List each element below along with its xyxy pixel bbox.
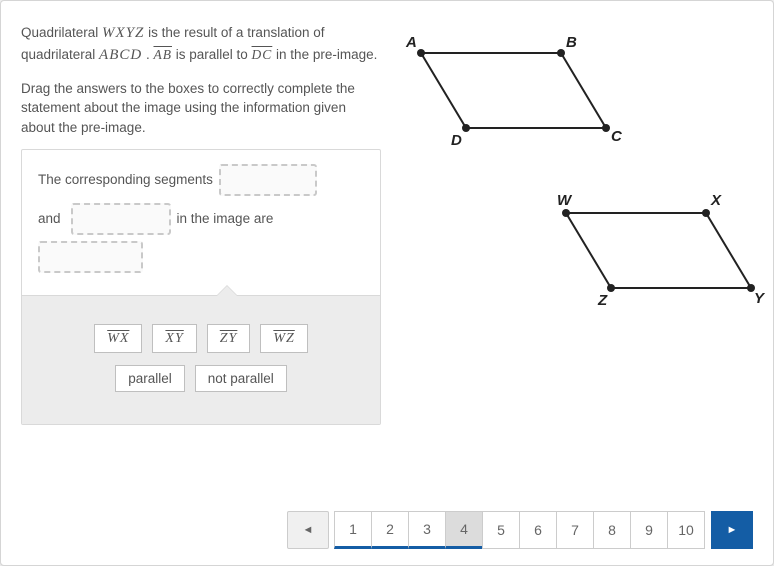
- page-5[interactable]: 5: [482, 511, 520, 549]
- page-10[interactable]: 10: [667, 511, 705, 549]
- dropzone-2[interactable]: [71, 203, 171, 235]
- label-a: A: [405, 34, 417, 51]
- tile-label: ZY: [220, 331, 238, 346]
- page-label: 4: [460, 521, 468, 537]
- diagram-wxyz: W X Y Z: [531, 183, 771, 333]
- label-w: W: [557, 192, 573, 209]
- question-card: Quadrilateral WXYZ is the result of a tr…: [0, 0, 774, 566]
- diagram-abcd: A B C D: [381, 23, 771, 173]
- math-wxyz: WXYZ: [102, 25, 144, 41]
- page-6[interactable]: 6: [519, 511, 557, 549]
- label-x: X: [710, 192, 722, 209]
- sentence-text: and: [38, 203, 61, 235]
- label-c: C: [611, 128, 623, 145]
- tile-parallel[interactable]: parallel: [115, 365, 185, 392]
- pagination: ◄ 1 2 3 4 5 6 7 8 9 10 ►: [288, 511, 753, 549]
- page-3[interactable]: 3: [408, 511, 446, 549]
- activity-panel: The corresponding segments and in the im…: [21, 149, 381, 425]
- tile-not-parallel[interactable]: not parallel: [195, 365, 287, 392]
- prompt-text: is parallel to: [172, 47, 252, 62]
- dropzone-3[interactable]: [38, 241, 143, 273]
- answer-bank: WX XY ZY WZ parallel not parallel: [22, 295, 380, 424]
- sentence-with-blanks: The corresponding segments and in the im…: [22, 150, 380, 295]
- tile-label: WZ: [273, 331, 294, 346]
- prompt-text: .: [142, 47, 153, 62]
- chevron-right-icon: ►: [727, 524, 738, 536]
- tile-label: XY: [165, 331, 183, 346]
- tile-wz[interactable]: WZ: [260, 324, 307, 353]
- page-label: 10: [678, 522, 694, 538]
- tile-xy[interactable]: XY: [152, 324, 196, 353]
- tile-wx[interactable]: WX: [94, 324, 142, 353]
- tile-label: parallel: [128, 371, 172, 386]
- page-1[interactable]: 1: [334, 511, 372, 549]
- page-7[interactable]: 7: [556, 511, 594, 549]
- content-area: Quadrilateral WXYZ is the result of a tr…: [1, 1, 773, 425]
- page-label: 5: [497, 522, 505, 538]
- tile-row-1: WX XY ZY WZ: [36, 324, 366, 353]
- page-label: 1: [349, 521, 357, 537]
- prompt-paragraph-1: Quadrilateral WXYZ is the result of a tr…: [21, 23, 381, 67]
- page-9[interactable]: 9: [630, 511, 668, 549]
- chevron-left-icon: ◄: [303, 524, 314, 536]
- label-z: Z: [597, 292, 608, 309]
- label-y: Y: [754, 290, 766, 307]
- page-label: 6: [534, 522, 542, 538]
- math-abcd: ABCD: [99, 47, 142, 63]
- page-2[interactable]: 2: [371, 511, 409, 549]
- next-button[interactable]: ►: [711, 511, 753, 549]
- page-4[interactable]: 4: [445, 511, 483, 549]
- left-column: Quadrilateral WXYZ is the result of a tr…: [21, 23, 381, 425]
- page-8[interactable]: 8: [593, 511, 631, 549]
- prompt-text: in the pre-image.: [272, 47, 377, 62]
- tile-label: not parallel: [208, 371, 274, 386]
- page-label: 3: [423, 521, 431, 537]
- prev-button[interactable]: ◄: [287, 511, 329, 549]
- tile-label: WX: [107, 331, 129, 346]
- prompt-text: Quadrilateral: [21, 25, 102, 40]
- right-column: A B C D W X Y Z: [381, 23, 771, 425]
- tile-zy[interactable]: ZY: [207, 324, 251, 353]
- sentence-text: in the image are: [177, 203, 274, 235]
- prompt-paragraph-2: Drag the answers to the boxes to correct…: [21, 79, 381, 138]
- page-label: 8: [608, 522, 616, 538]
- segment-ab: AB: [153, 47, 172, 62]
- tile-row-2: parallel not parallel: [36, 365, 366, 392]
- page-label: 9: [645, 522, 653, 538]
- sentence-text: The corresponding segments: [38, 164, 213, 196]
- dropzone-1[interactable]: [219, 164, 317, 196]
- segment-dc: DC: [252, 47, 273, 62]
- page-label: 2: [386, 521, 394, 537]
- page-label: 7: [571, 522, 579, 538]
- label-d: D: [451, 132, 462, 149]
- label-b: B: [566, 34, 577, 51]
